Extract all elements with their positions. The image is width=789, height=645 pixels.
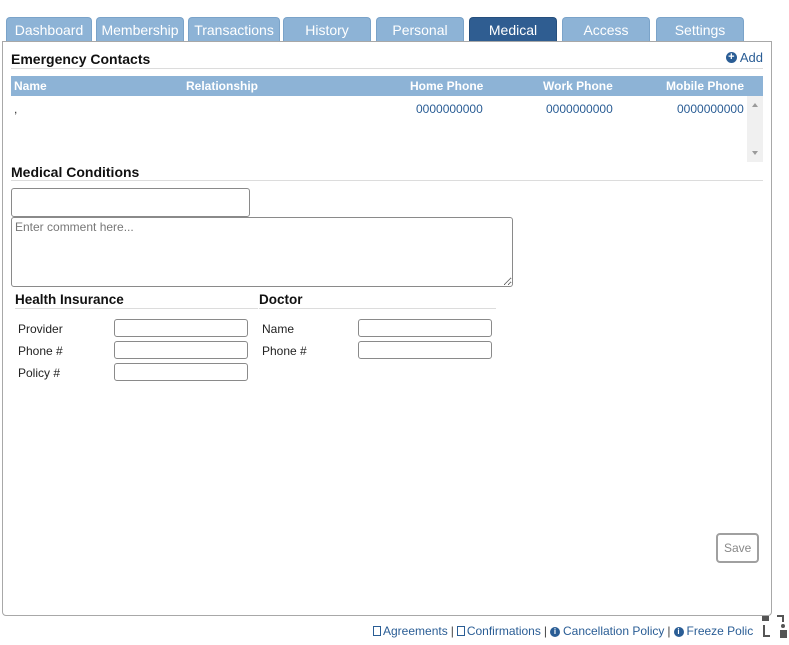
tab-access[interactable]: Access (562, 17, 650, 42)
info-icon: i (673, 627, 684, 637)
medical-panel: Emergency Contacts + Add Name Relationsh… (2, 41, 772, 616)
provider-label: Provider (18, 322, 63, 336)
policy-label: Policy # (18, 366, 61, 380)
separator: | (543, 624, 547, 638)
tab-history[interactable]: History (283, 17, 371, 42)
tab-medical[interactable]: Medical (469, 17, 557, 42)
contacts-table-body: , 0000000000 0000000000 0000000000 (11, 96, 763, 162)
contact-mobile-phone: 0000000000 (677, 102, 744, 116)
divider (259, 308, 496, 309)
pdf-icon (373, 626, 381, 636)
col-relationship: Relationship (186, 79, 259, 93)
tab-settings[interactable]: Settings (656, 17, 744, 42)
confirmations-label: Confirmations (466, 624, 541, 638)
save-button[interactable]: Save (716, 533, 759, 563)
medical-comment-textarea[interactable] (11, 217, 513, 287)
scroll-down-icon[interactable] (752, 151, 758, 155)
doctor-name-label: Name (262, 322, 295, 336)
freeze-label: Freeze Polic (686, 624, 754, 638)
contact-work-phone: 0000000000 (546, 102, 613, 116)
contacts-table-header: Name Relationship Home Phone Work Phone … (11, 76, 763, 96)
doctor-title: Doctor (259, 292, 303, 307)
col-home-phone: Home Phone (410, 79, 484, 93)
cancellation-label: Cancellation Policy (562, 624, 665, 638)
tab-dashboard[interactable]: Dashboard (6, 17, 92, 42)
doctor-phone-input[interactable] (358, 341, 492, 359)
health-insurance-title: Health Insurance (15, 292, 124, 307)
provider-input[interactable] (114, 319, 248, 337)
insurance-phone-label: Phone # (18, 344, 63, 358)
col-name: Name (14, 79, 47, 93)
separator: | (667, 624, 671, 638)
divider (15, 308, 258, 309)
freeze-policy-link[interactable]: i Freeze Polic (673, 624, 754, 638)
col-work-phone: Work Phone (543, 79, 613, 93)
scroll-up-icon[interactable] (752, 103, 758, 107)
footer-links: Agreements | Confirmations | i Cancellation P… (373, 624, 753, 638)
tab-transactions[interactable]: Transactions (188, 17, 280, 42)
doctor-phone-label: Phone # (262, 344, 307, 358)
policy-input[interactable] (114, 363, 248, 381)
info-icon: i (549, 627, 560, 637)
medical-conditions-title: Medical Conditions (11, 164, 140, 180)
tab-personal[interactable]: Personal (376, 17, 464, 42)
add-contact-link[interactable]: + Add (725, 50, 763, 65)
doctor-name-input[interactable] (358, 319, 492, 337)
pdf-icon (456, 626, 465, 636)
agreements-label: Agreements (383, 624, 448, 638)
contact-home-phone: 0000000000 (416, 102, 483, 116)
cancellation-policy-link[interactable]: i Cancellation Policy (549, 624, 665, 638)
tab-membership[interactable]: Membership (96, 17, 184, 42)
table-scrollbar[interactable] (747, 96, 763, 162)
medical-condition-input[interactable] (11, 188, 250, 217)
plus-circle-icon: + (725, 52, 737, 63)
screenshot-widget-icon[interactable] (761, 612, 787, 640)
add-label: Add (739, 50, 763, 65)
contact-name: , (14, 102, 18, 116)
insurance-phone-input[interactable] (114, 341, 248, 359)
emergency-contacts-title: Emergency Contacts (11, 51, 151, 67)
divider (11, 68, 763, 69)
confirmations-link[interactable]: Confirmations (456, 624, 541, 638)
separator: | (450, 624, 454, 638)
agreements-link[interactable]: Agreements (373, 624, 448, 638)
col-mobile-phone: Mobile Phone (666, 79, 744, 93)
divider (11, 180, 763, 181)
